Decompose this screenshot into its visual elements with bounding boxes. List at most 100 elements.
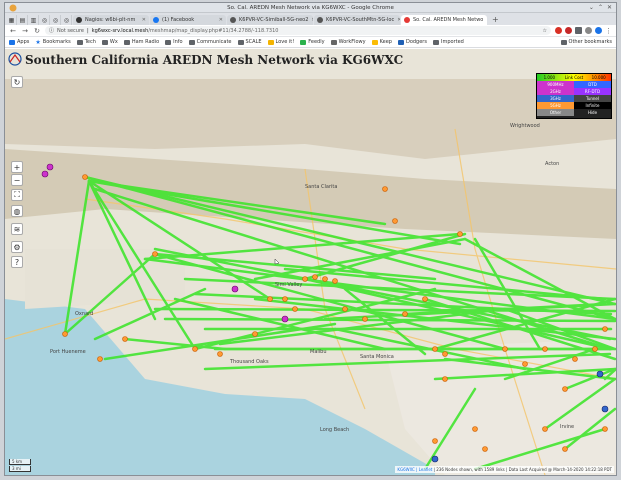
tab-close-icon[interactable]: ✕: [311, 17, 313, 23]
bookmark-star-icon[interactable]: ☆: [543, 28, 547, 34]
place-label: Port Hueneme: [50, 349, 86, 355]
bookmark-keep[interactable]: Keep: [371, 39, 392, 45]
bookmark-bookmarks[interactable]: ★ Bookmarks: [35, 39, 70, 46]
tab-label: K6PVR-VC-Simiball-5G-neo2: [239, 17, 309, 23]
pinned-tab-icon[interactable]: ◎: [62, 15, 72, 25]
reload-button[interactable]: ↻: [33, 27, 41, 35]
tab-close-icon[interactable]: ✕: [142, 17, 146, 23]
place-label: Santa Clarita: [305, 184, 338, 190]
window-title: So. Cal. AREDN Mesh Network via KG6WXC -…: [227, 4, 394, 11]
bookmark-folder[interactable]: Info: [165, 39, 183, 45]
maximize-icon[interactable]: ⌃: [598, 4, 603, 11]
tab-close-icon[interactable]: ✕: [486, 17, 487, 23]
app-icon: [9, 4, 17, 12]
mesh-map[interactable]: [5, 49, 616, 475]
zoom-in-button[interactable]: +: [11, 161, 23, 173]
tab-1[interactable]: (1) Facebook ✕: [150, 15, 226, 25]
bookmark-folder[interactable]: SCALE: [237, 39, 262, 45]
tab-favicon-icon: [76, 17, 82, 23]
link-cost-legend: 1.000 Link Cost 10.000 900MHz DTD 2GHz R…: [536, 73, 612, 119]
tab-label: (1) Facebook: [162, 17, 195, 23]
pinned-tab-icon[interactable]: ◎: [51, 15, 61, 25]
browser-window: So. Cal. AREDN Mesh Network via KG6WXC -…: [4, 2, 617, 476]
map-stats: | 236 Nodes shown, with 1589 links | Dat…: [432, 467, 612, 472]
menu-icon[interactable]: ⋮: [605, 27, 612, 35]
folder-icon: [76, 39, 83, 45]
bookmark-workflowy[interactable]: WorkFlowy: [330, 39, 366, 45]
bookmark-folder[interactable]: Ham Radio: [123, 39, 159, 45]
bookmark-folder[interactable]: Communicate: [188, 39, 232, 45]
workflowy-icon: [330, 39, 337, 45]
help-button[interactable]: ?: [11, 256, 23, 268]
fullscreen-button[interactable]: ⛶: [11, 189, 23, 201]
bookmark-love-it[interactable]: Love it!: [267, 39, 294, 45]
bookmark-folder[interactable]: Tech: [76, 39, 96, 45]
dodgers-icon: [397, 39, 404, 45]
place-label: Simi Valley: [275, 282, 303, 288]
pinned-tab-icon[interactable]: ▦: [7, 15, 17, 25]
extension-icon[interactable]: [565, 27, 572, 34]
keep-icon: [371, 39, 378, 45]
pinned-tab-icon[interactable]: ▥: [29, 15, 39, 25]
aredn-logo: [8, 52, 22, 66]
apps-icon: [9, 39, 15, 45]
legend-row[interactable]: 3GHz Tunnel: [537, 95, 611, 102]
tab-4-active[interactable]: So. Cal. AREDN Mesh Netwo ✕: [401, 15, 487, 25]
legend-row[interactable]: 900MHz DTD: [537, 81, 611, 88]
zoom-out-button[interactable]: −: [11, 174, 23, 186]
minimize-icon[interactable]: ⌄: [589, 4, 594, 11]
bookmark-dodgers[interactable]: Dodgers: [397, 39, 427, 45]
profile-avatar[interactable]: [595, 27, 602, 34]
place-label: Acton: [545, 161, 560, 167]
extension-icon[interactable]: [555, 27, 562, 34]
other-bookmarks[interactable]: Other bookmarks: [560, 39, 612, 45]
tab-close-icon[interactable]: ✕: [219, 17, 223, 23]
close-icon[interactable]: ✕: [607, 4, 612, 11]
refresh-button[interactable]: ↻: [11, 76, 23, 88]
pinned-tab-icon[interactable]: ◎: [40, 15, 50, 25]
feedly-icon: [300, 39, 307, 45]
map-attribution: KG6WXC | Leaflet | 236 Nodes shown, with…: [395, 466, 614, 473]
title-bar: So. Cal. AREDN Mesh Network via KG6WXC -…: [5, 3, 616, 13]
tab-0[interactable]: Nagios: w6bi-plt-nm ✕: [73, 15, 149, 25]
tab-favicon-icon: [317, 17, 323, 23]
tab-close-icon[interactable]: ✕: [397, 17, 400, 23]
legend-row[interactable]: 2GHz RF-DTD: [537, 88, 611, 95]
bookmark-folder[interactable]: Wx: [101, 39, 118, 45]
measure-button[interactable]: ◍: [11, 205, 23, 217]
layers-button[interactable]: ≋: [11, 223, 23, 235]
scale-mi: 3 mi: [9, 466, 31, 472]
attribution-links[interactable]: KG6WXC | Leaflet: [397, 467, 432, 472]
tab-label: Nagios: w6bi-plt-nm: [85, 17, 136, 23]
new-tab-button[interactable]: +: [488, 15, 503, 24]
gear-icon: ⚙: [13, 242, 21, 252]
folder-icon: [560, 39, 567, 45]
tab-favicon-icon: [404, 17, 410, 23]
scale-km: 5 km: [9, 459, 31, 465]
page-title: Southern California AREDN Mesh Network v…: [25, 53, 404, 67]
legend-row[interactable]: 5GHz Infinite: [537, 102, 611, 109]
forward-button[interactable]: →: [21, 27, 29, 35]
measure-icon: ◍: [13, 206, 21, 216]
legend-row[interactable]: Other Hide: [537, 109, 611, 116]
bookmarks-bar: Apps ★ Bookmarks Tech Wx Ham Radio Info C…: [5, 37, 616, 48]
bookmark-folder[interactable]: Imported: [432, 39, 464, 45]
url-path: /meshmap/map_display.php#11/34.2788/-118…: [148, 27, 279, 34]
extension-icon[interactable]: [575, 27, 582, 34]
pinned-tab-icon[interactable]: ▤: [18, 15, 28, 25]
folder-icon: [165, 39, 172, 45]
extension-icon[interactable]: [585, 27, 592, 34]
info-icon[interactable]: ⓘ: [49, 27, 54, 34]
tab-2[interactable]: K6PVR-VC-Simiball-5G-neo2 ✕: [227, 15, 313, 25]
bookmark-feedly[interactable]: Feedly: [300, 39, 325, 45]
tab-3[interactable]: K6PVR-VC-SouthMtn-5G-loc ✕: [314, 15, 400, 25]
map-scale: 5 km 3 mi: [9, 458, 31, 472]
settings-button[interactable]: ⚙: [11, 241, 23, 253]
url-host: kg6wxc-srv.local.mesh: [91, 27, 149, 34]
security-label: Not secure: [57, 27, 84, 34]
url-field[interactable]: ⓘ Not secure | kg6wxc-srv.local.mesh/mes…: [45, 26, 551, 35]
bookmark-apps[interactable]: Apps: [9, 39, 29, 45]
folder-icon: [432, 39, 439, 45]
extensions: ⋮: [555, 27, 612, 35]
back-button[interactable]: ←: [9, 27, 17, 35]
